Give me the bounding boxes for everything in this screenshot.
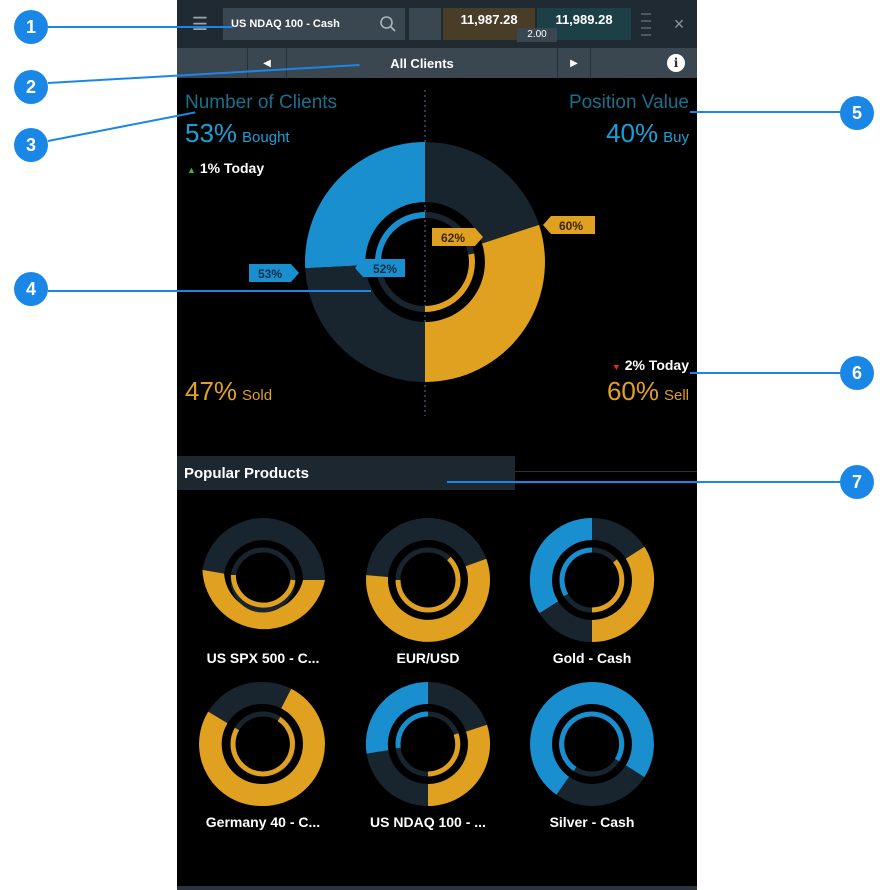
product-donut-eurusd[interactable] — [366, 518, 491, 642]
inner-sell-ring — [424, 253, 475, 312]
product-donut-silver[interactable] — [530, 682, 654, 806]
tag-inner-bought: 52% — [355, 259, 405, 277]
position-today-change: ▼ 2% Today — [612, 357, 689, 373]
tag-outer-sell: 60% — [543, 216, 595, 234]
bought-readout: 53% Bought — [185, 118, 290, 149]
callout-badge-6: 6 — [840, 356, 874, 390]
callout-line-5 — [690, 111, 844, 113]
position-today-text: 2% Today — [624, 357, 689, 373]
callout-badge-4: 4 — [14, 272, 48, 306]
product-donut-ndaq[interactable] — [365, 681, 491, 807]
bought-percent: 53% — [185, 118, 238, 148]
sold-percent: 47% — [185, 376, 238, 406]
position-title: Position Value — [568, 92, 689, 113]
sell-label: Sell — [663, 387, 689, 404]
callout-badge-3: 3 — [14, 128, 48, 162]
product-name-spx[interactable]: US SPX 500 - C... — [193, 650, 333, 666]
product-name-eurusd[interactable]: EUR/USD — [358, 650, 498, 666]
client-sentiment-panel: ☰ US NDAQ 100 - Cash 11,987.28 11,989.28… — [177, 0, 697, 890]
product-name-ndaq[interactable]: US NDAQ 100 - ... — [358, 814, 498, 830]
up-arrow-icon: ▲ — [187, 165, 196, 175]
callout-badge-5: 5 — [840, 96, 874, 130]
product-donut-germany[interactable] — [199, 681, 325, 807]
sell-percent: 60% — [606, 376, 659, 406]
buy-readout: 40% Buy — [606, 118, 689, 149]
tag-outer-bought: 53% — [249, 264, 299, 282]
bought-label: Bought — [242, 129, 290, 146]
callout-badge-2: 2 — [14, 70, 48, 104]
tag-inner-sell-text: 62% — [441, 231, 465, 245]
tag-outer-bought-text: 53% — [258, 267, 282, 281]
clients-today-text: 1% Today — [199, 160, 265, 176]
inner-bought-ring — [375, 212, 426, 266]
sold-readout: 47% Sold — [185, 376, 272, 407]
sold-label: Sold — [242, 387, 273, 404]
buy-label: Buy — [663, 129, 689, 146]
sell-readout: 60% Sell — [607, 376, 689, 407]
tag-inner-sell: 62% — [432, 228, 483, 246]
tag-outer-sell-text: 60% — [559, 219, 583, 233]
down-arrow-icon: ▼ — [611, 362, 621, 372]
callout-line-6 — [690, 372, 844, 374]
callout-line-1 — [48, 26, 233, 28]
callout-badge-1: 1 — [14, 10, 48, 44]
product-donut-gold[interactable] — [529, 517, 655, 643]
product-name-silver[interactable]: Silver - Cash — [522, 814, 662, 830]
tag-inner-bought-text: 52% — [373, 262, 397, 276]
popular-products-header: Popular Products — [177, 456, 515, 490]
product-name-gold[interactable]: Gold - Cash — [522, 650, 662, 666]
callout-badge-7: 7 — [840, 465, 874, 499]
product-name-germany[interactable]: Germany 40 - C... — [193, 814, 333, 830]
panel-bottom-border — [177, 886, 697, 890]
buy-percent: 40% — [606, 118, 659, 148]
clients-today-change: ▲ 1% Today — [187, 160, 264, 176]
sold-segment — [305, 265, 425, 382]
bought-segment — [305, 142, 425, 269]
callout-line-7 — [447, 481, 844, 483]
clients-title: Number of Clients — [185, 92, 338, 113]
popular-products-title: Popular Products — [184, 464, 310, 482]
callout-line-3 — [47, 111, 196, 142]
product-donut-spx[interactable] — [202, 518, 325, 630]
section-divider — [515, 471, 697, 472]
callout-line-4 — [48, 290, 371, 292]
